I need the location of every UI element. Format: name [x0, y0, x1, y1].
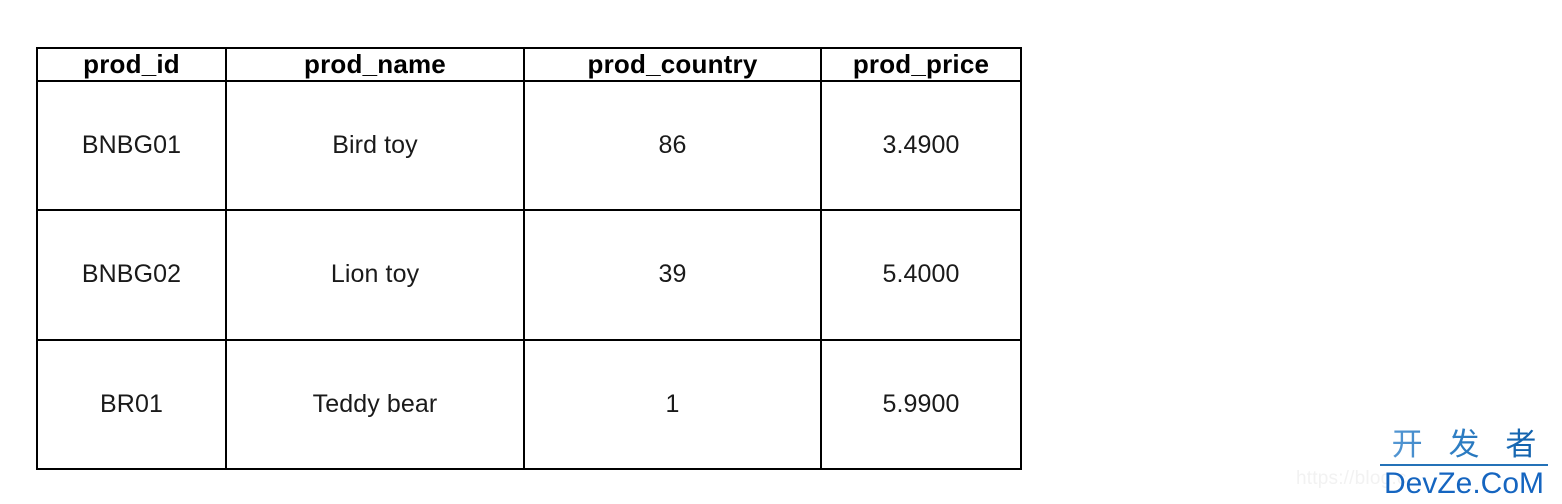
watermark-logo: 开 发 者 DevZe.CoM [1380, 427, 1548, 500]
cell-prod-name: Teddy bear [225, 338, 525, 471]
cell-prod-country: 1 [523, 338, 822, 471]
table-header-row: prod_id prod_name prod_country prod_pric… [36, 47, 1022, 82]
table-row: BNBG01 Bird toy 86 3.4900 [36, 79, 1022, 212]
cell-prod-name: Lion toy [225, 209, 525, 341]
cell-prod-country: 86 [523, 79, 822, 212]
cell-prod-price: 5.9900 [820, 338, 1022, 471]
cell-prod-id: BNBG01 [36, 79, 227, 212]
result-table-container: prod_id prod_name prod_country prod_pric… [36, 47, 1022, 471]
cell-prod-country: 39 [523, 209, 822, 341]
cell-prod-id: BNBG02 [36, 209, 227, 341]
watermark-site-name: DevZe.CoM [1383, 467, 1545, 500]
column-header-prod-name: prod_name [225, 47, 525, 82]
watermark-url-text: https://blog.c [1296, 468, 1407, 489]
query-result-table: prod_id prod_name prod_country prod_pric… [36, 47, 1022, 471]
column-header-prod-country: prod_country [523, 47, 822, 82]
cell-prod-id: BR01 [36, 338, 227, 471]
watermark: https://blog.c 开 发 者 DevZe.CoM [1114, 420, 1554, 504]
table-body: BNBG01 Bird toy 86 3.4900 BNBG02 Lion to… [36, 79, 1022, 471]
column-header-prod-price: prod_price [820, 47, 1022, 82]
column-header-prod-id: prod_id [36, 47, 227, 82]
table-header: prod_id prod_name prod_country prod_pric… [36, 47, 1022, 82]
cell-prod-price: 3.4900 [820, 79, 1022, 212]
cell-prod-price: 5.4000 [820, 209, 1022, 341]
watermark-divider [1380, 464, 1548, 466]
cell-prod-name: Bird toy [225, 79, 525, 212]
table-row: BNBG02 Lion toy 39 5.4000 [36, 209, 1022, 341]
watermark-chinese-text: 开 发 者 [1380, 427, 1548, 463]
table-row: BR01 Teddy bear 1 5.9900 [36, 338, 1022, 471]
